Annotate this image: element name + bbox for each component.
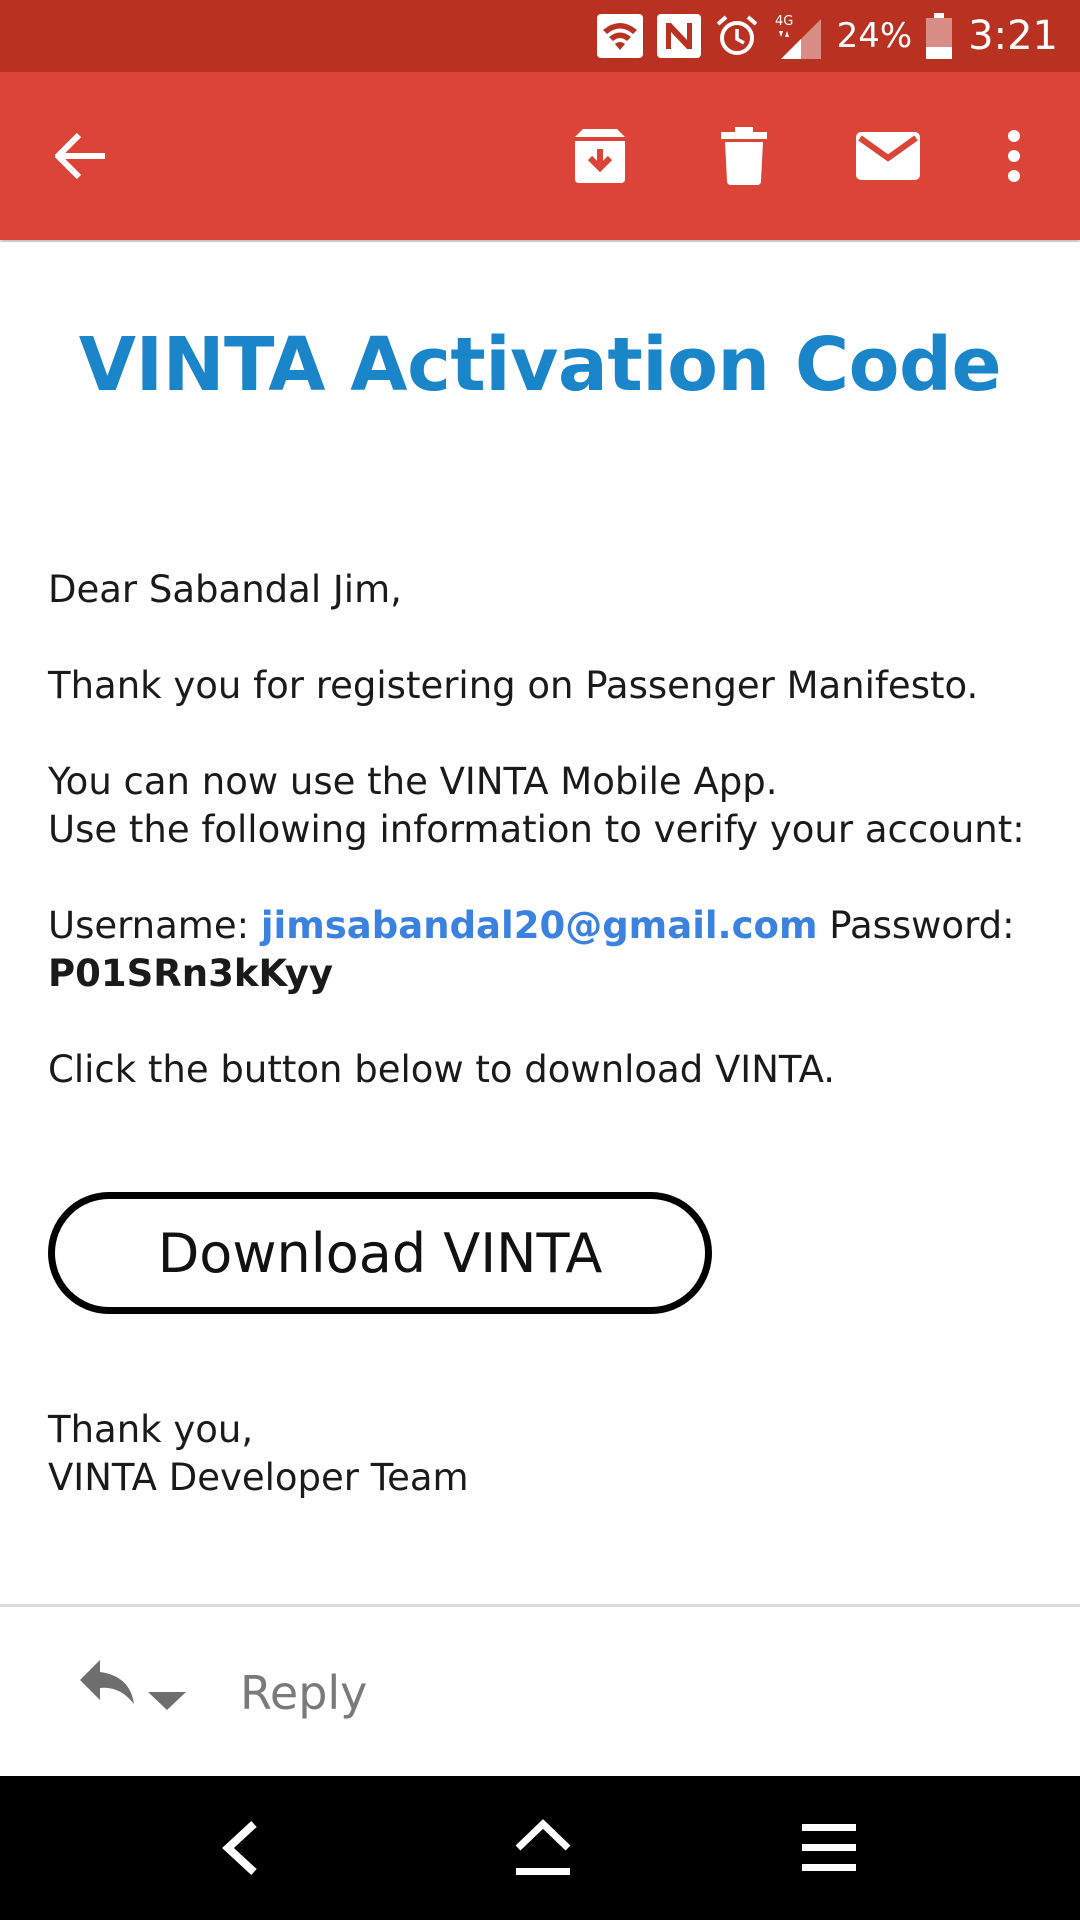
reply-button[interactable]: Reply xyxy=(240,1666,367,1720)
mark-unread-button[interactable] xyxy=(836,104,940,208)
battery-percent: 24% xyxy=(836,16,913,56)
verify-line: Use the following information to verify … xyxy=(48,808,1025,851)
greeting: Dear Sabandal Jim, xyxy=(48,568,402,611)
back-button[interactable] xyxy=(30,104,134,208)
password-label: Password: xyxy=(829,904,1015,947)
nav-home-button[interactable] xyxy=(498,1806,588,1890)
delete-icon xyxy=(721,127,767,185)
battery-icon xyxy=(926,13,953,59)
status-bar: 4G 24% 3:21 xyxy=(0,0,1080,72)
back-arrow-icon xyxy=(55,133,105,179)
email-body: VINTA Activation Code Dear Sabandal Jim,… xyxy=(0,242,1080,1604)
more-vert-icon xyxy=(1008,130,1020,182)
nav-home-icon xyxy=(515,1819,571,1875)
system-nav-bar xyxy=(0,1776,1080,1920)
network-type-label: 4G xyxy=(775,14,793,29)
signoff-thanks: Thank you, xyxy=(48,1408,254,1451)
email-title: VINTA Activation Code xyxy=(78,322,1002,408)
reply-arrow-icon[interactable] xyxy=(78,1658,136,1706)
delete-button[interactable] xyxy=(692,104,796,208)
app-bar xyxy=(0,72,1080,240)
alarm-icon xyxy=(716,15,757,55)
archive-icon xyxy=(575,129,625,183)
nav-menu-icon xyxy=(802,1824,856,1871)
nav-back-button[interactable] xyxy=(195,1806,285,1890)
download-vinta-button[interactable]: Download VINTA xyxy=(48,1192,712,1314)
nav-menu-button[interactable] xyxy=(784,1806,874,1890)
status-time: 3:21 xyxy=(968,13,1058,59)
reply-options-chevron-icon[interactable] xyxy=(148,1690,186,1710)
signoff-team: VINTA Developer Team xyxy=(48,1456,469,1499)
click-line: Click the button below to download VINTA… xyxy=(48,1048,836,1091)
username-email-link[interactable]: jimsabandal20@gmail.com xyxy=(261,904,818,947)
password-value: P01SRn3kKyy xyxy=(48,952,333,995)
credentials-line: Username: jimsabandal20@gmail.com Passwo… xyxy=(48,902,1048,950)
wifi-icon xyxy=(596,14,643,58)
app-line: You can now use the VINTA Mobile App. xyxy=(48,760,778,803)
thanks-line: Thank you for registering on Passenger M… xyxy=(48,664,979,707)
signal-icon: 4G xyxy=(775,14,821,59)
mark-unread-icon xyxy=(856,132,920,180)
nav-back-icon xyxy=(222,1821,257,1875)
archive-button[interactable] xyxy=(548,104,652,208)
username-label: Username: xyxy=(48,904,250,947)
nfc-icon xyxy=(656,14,701,58)
more-options-button[interactable] xyxy=(962,104,1066,208)
